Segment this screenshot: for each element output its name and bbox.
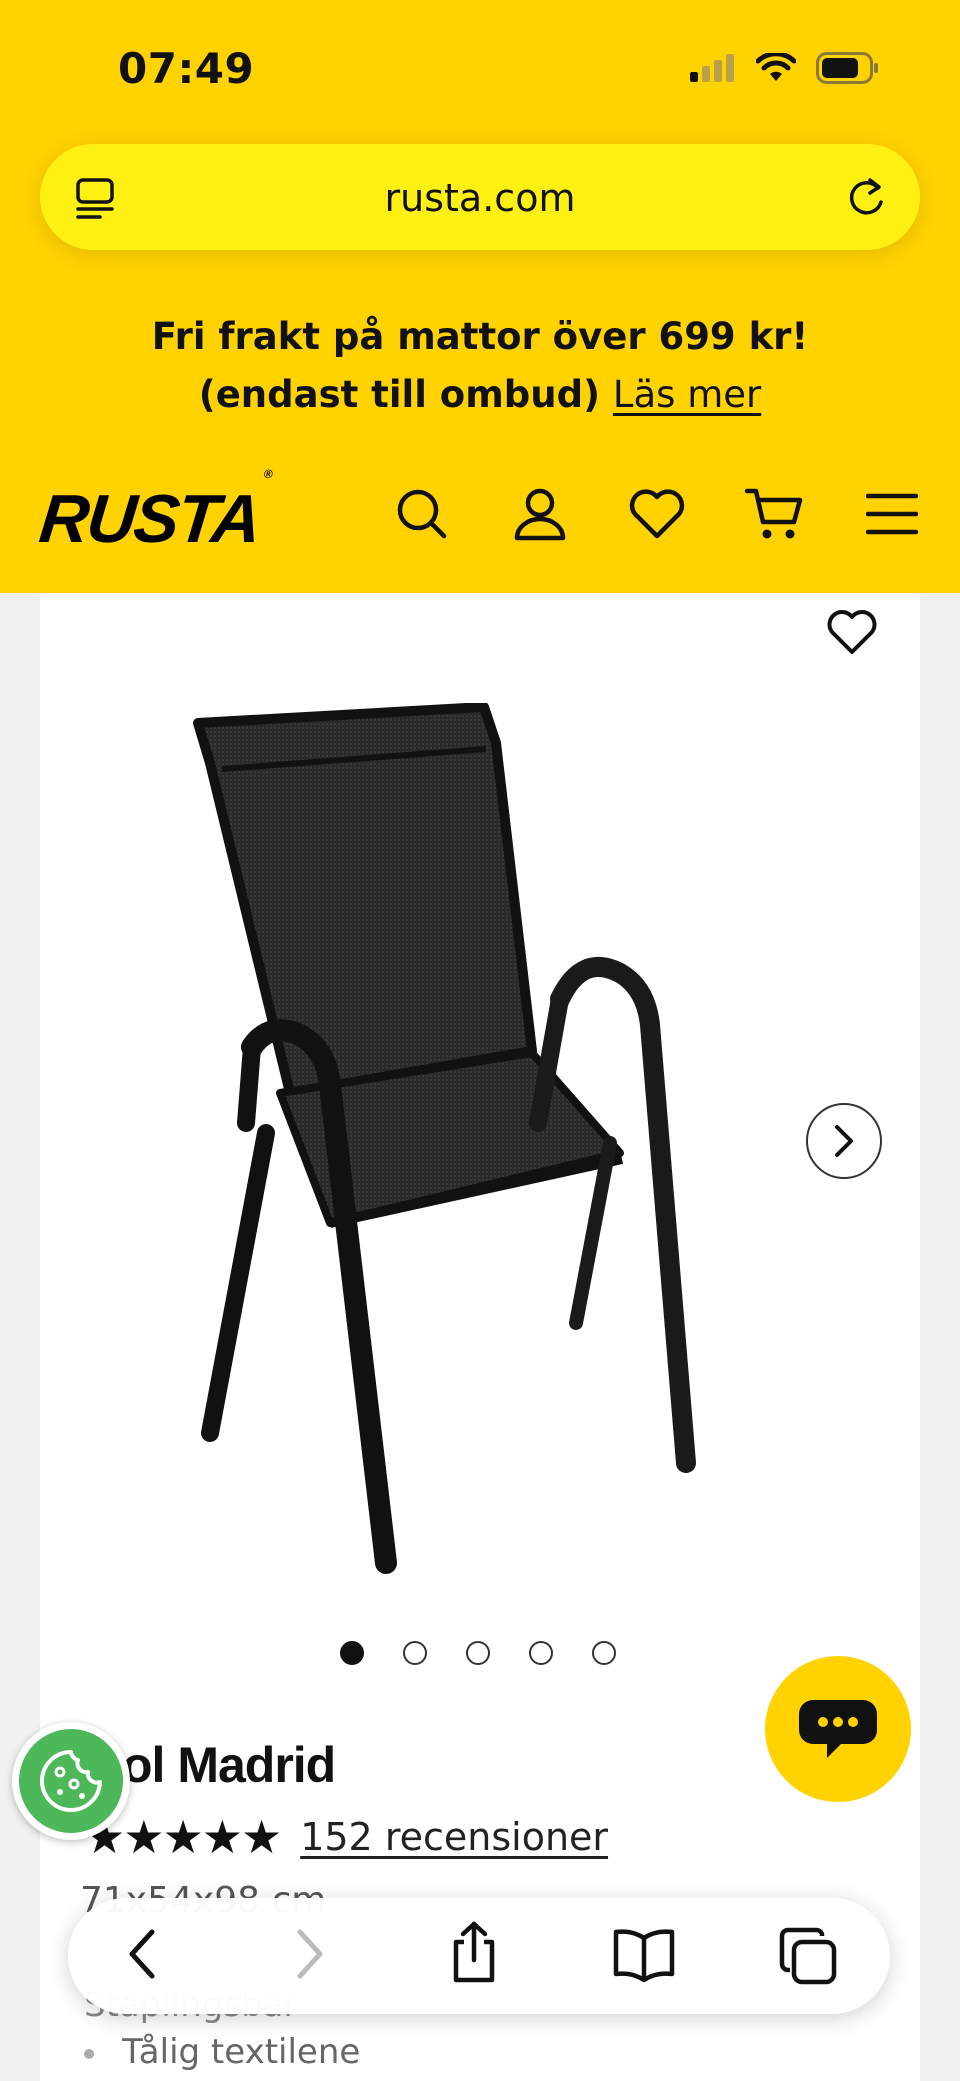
share-icon[interactable] xyxy=(448,1920,500,1984)
wifi-icon xyxy=(756,53,796,81)
cookie-icon xyxy=(40,1750,102,1812)
gallery-dot[interactable] xyxy=(403,1641,427,1665)
reviews-link[interactable]: 152 recensioner xyxy=(300,1815,608,1859)
browser-toolbar xyxy=(68,1898,890,2014)
product-title: ol Madrid xyxy=(122,1737,336,1793)
cookie-settings-button[interactable] xyxy=(12,1722,130,1840)
promo-banner: Fri frakt på mattor över 699 kr! (endast… xyxy=(70,308,890,424)
back-icon[interactable] xyxy=(122,1926,162,1982)
gallery-dot[interactable] xyxy=(466,1641,490,1665)
gallery-dot[interactable] xyxy=(340,1641,364,1665)
product-rating: ★★★★★ 152 recensioner xyxy=(84,1810,608,1864)
chat-icon xyxy=(799,1700,877,1758)
registered-mark: ® xyxy=(263,467,272,482)
promo-link[interactable]: Läs mer xyxy=(613,373,761,416)
bookmarks-icon[interactable] xyxy=(612,1926,676,1982)
signal-icon xyxy=(690,54,734,82)
tabs-icon[interactable] xyxy=(778,1926,838,1986)
heart-icon[interactable] xyxy=(628,486,686,542)
search-icon[interactable] xyxy=(394,486,450,542)
gallery-dot[interactable] xyxy=(592,1641,616,1665)
forward-icon[interactable] xyxy=(290,1926,330,1982)
cart-icon[interactable] xyxy=(744,486,804,542)
gallery-dots xyxy=(340,1641,616,1665)
chevron-right-icon xyxy=(835,1125,853,1157)
rusta-logo[interactable]: RUSTA® xyxy=(36,467,271,558)
menu-icon[interactable] xyxy=(866,486,918,542)
top-header: 07:49 rusta.com Fri frakt på mattor över… xyxy=(0,0,960,593)
battery-icon xyxy=(816,52,878,84)
chat-button[interactable] xyxy=(765,1656,911,1802)
status-indicators xyxy=(690,52,880,84)
gallery-dot[interactable] xyxy=(529,1641,553,1665)
address-bar[interactable]: rusta.com xyxy=(40,144,920,250)
feature-bullet: Tålig textilene xyxy=(84,2032,360,2072)
url-text[interactable]: rusta.com xyxy=(40,176,920,220)
logo-text: RUSTA xyxy=(36,481,264,557)
reload-icon[interactable] xyxy=(844,174,888,220)
status-time: 07:49 xyxy=(118,44,255,93)
next-image-button[interactable] xyxy=(806,1103,882,1179)
wishlist-heart-icon[interactable] xyxy=(826,607,878,657)
cookie-badge xyxy=(19,1729,123,1833)
product-image[interactable] xyxy=(190,703,850,1593)
account-icon[interactable] xyxy=(512,486,568,542)
